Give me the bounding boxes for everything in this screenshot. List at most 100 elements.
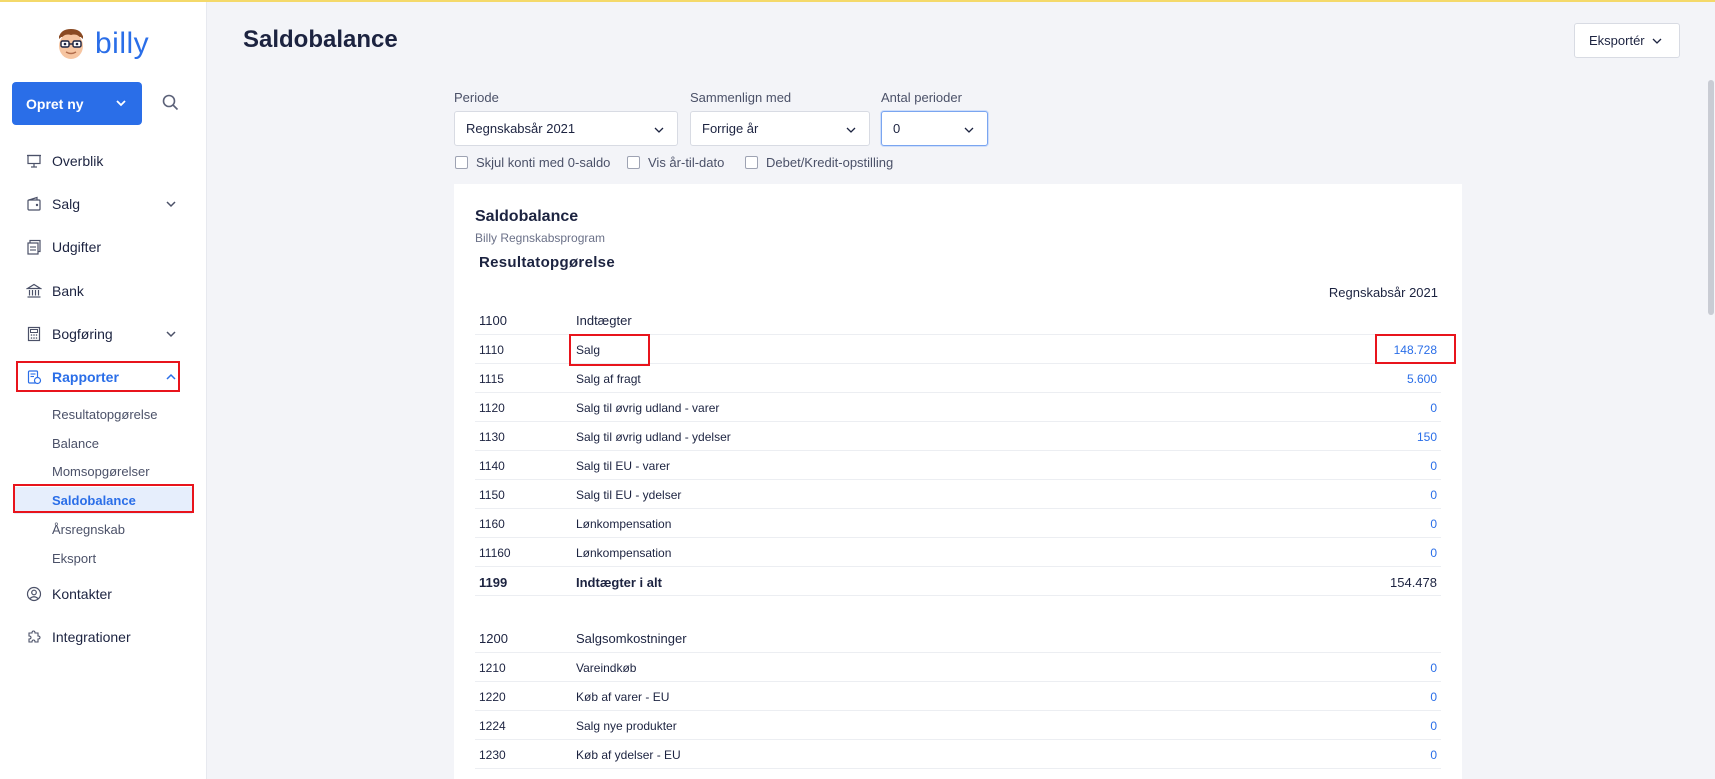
account-name: Lønkompensation bbox=[576, 517, 672, 531]
compare-select[interactable]: Forrige år bbox=[690, 111, 870, 146]
table-row-total: 1199 Indtægter i alt 154.478 bbox=[475, 567, 1441, 596]
account-name: Salg til EU - ydelser bbox=[576, 488, 682, 502]
hide-zero-checkbox[interactable]: Skjul konti med 0-saldo bbox=[455, 155, 610, 170]
table-row: 1230 Køb af ydelser - EU 0 bbox=[475, 740, 1441, 769]
checkbox-box[interactable] bbox=[455, 156, 468, 169]
account-number: 1220 bbox=[479, 690, 506, 704]
checkbox-label: Skjul konti med 0-saldo bbox=[476, 155, 611, 170]
account-balance-link[interactable]: 5.600 bbox=[1407, 372, 1437, 386]
sidebar-subitem-arsregnskab[interactable]: Årsregnskab bbox=[52, 519, 125, 539]
compare-value: Forrige år bbox=[702, 121, 759, 136]
period-value: Regnskabsår 2021 bbox=[466, 121, 576, 136]
account-balance-link[interactable]: 0 bbox=[1430, 517, 1437, 531]
account-balance-link[interactable]: 0 bbox=[1430, 748, 1437, 762]
total-balance: 154.478 bbox=[1390, 575, 1437, 590]
create-new-label: Opret ny bbox=[26, 95, 84, 112]
period-count-value: 0 bbox=[893, 121, 901, 136]
create-new-button[interactable]: Opret ny bbox=[12, 82, 142, 125]
account-name: Indtægter bbox=[576, 313, 632, 328]
sidebar-item-salg[interactable]: Salg bbox=[26, 192, 176, 216]
account-name: Køb af varer - EU bbox=[576, 690, 670, 704]
scrollbar-thumb[interactable] bbox=[1708, 80, 1714, 315]
sidebar-item-bank[interactable]: Bank bbox=[26, 279, 84, 303]
column-header: Regnskabsår 2021 bbox=[1328, 285, 1438, 300]
sidebar-item-label: Salg bbox=[52, 196, 81, 212]
chevron-down-icon bbox=[846, 127, 856, 133]
table-row: 1130 Salg til øvrig udland - ydelser 150 bbox=[475, 422, 1441, 451]
sidebar: billy Opret ny Overblik Salg Udgifter Ba… bbox=[0, 2, 207, 779]
logo[interactable]: billy bbox=[55, 24, 149, 64]
account-number: 1150 bbox=[479, 488, 505, 502]
account-number: 1210 bbox=[479, 661, 506, 675]
sidebar-item-label: Bogføring bbox=[52, 326, 113, 342]
chevron-up-icon bbox=[166, 373, 176, 380]
presentation-icon bbox=[27, 154, 41, 168]
sidebar-item-label: Integrationer bbox=[52, 629, 131, 645]
account-balance-link[interactable]: 150 bbox=[1417, 430, 1437, 444]
account-balance-link[interactable]: 0 bbox=[1430, 401, 1437, 415]
sidebar-item-udgifter[interactable]: Udgifter bbox=[26, 235, 101, 259]
account-name: Salg bbox=[576, 343, 601, 357]
account-name: Køb af ydelser - EU bbox=[576, 748, 681, 762]
table-row: 1100 Indtægter bbox=[475, 306, 1441, 335]
sidebar-subitem-balance[interactable]: Balance bbox=[52, 433, 99, 453]
sidebar-item-label: Bank bbox=[52, 283, 84, 299]
logo-face-icon bbox=[59, 29, 83, 59]
checkbox-box[interactable] bbox=[745, 156, 758, 169]
chevron-down-icon bbox=[964, 127, 974, 133]
report-card: Saldobalance Billy Regnskabsprogram Resu… bbox=[454, 184, 1462, 779]
account-number: 1140 bbox=[479, 459, 505, 473]
report-subtitle: Billy Regnskabsprogram bbox=[475, 231, 606, 245]
account-number: 1120 bbox=[479, 401, 505, 415]
search-icon[interactable] bbox=[160, 92, 182, 114]
table-row: 1110 Salg 148.728 bbox=[475, 335, 1441, 364]
account-balance-link[interactable]: 148.728 bbox=[1394, 343, 1437, 357]
sidebar-item-label: Kontakter bbox=[52, 586, 112, 602]
checkbox-box[interactable] bbox=[627, 156, 640, 169]
sidebar-item-label: Overblik bbox=[52, 153, 104, 169]
account-balance-link[interactable]: 0 bbox=[1430, 546, 1437, 560]
account-balance-link[interactable]: 0 bbox=[1430, 719, 1437, 733]
table-row: 1224 Salg nye produkter 0 bbox=[475, 711, 1441, 740]
page-title: Saldobalance bbox=[243, 26, 398, 53]
table-row: 1120 Salg til øvrig udland - varer 0 bbox=[475, 393, 1441, 422]
account-name: Vareindkøb bbox=[576, 661, 637, 675]
sidebar-item-integrationer[interactable]: Integrationer bbox=[26, 625, 131, 649]
account-name: Salg til øvrig udland - varer bbox=[576, 401, 720, 415]
account-number: 1230 bbox=[479, 748, 506, 762]
account-balance-link[interactable]: 0 bbox=[1430, 488, 1437, 502]
sidebar-item-kontakter[interactable]: Kontakter bbox=[26, 582, 112, 606]
account-number: 1160 bbox=[479, 517, 505, 531]
export-label: Eksportér bbox=[1589, 33, 1645, 48]
sidebar-subitem-saldobalance[interactable]: Saldobalance bbox=[52, 490, 136, 510]
user-circle-icon bbox=[26, 586, 42, 602]
report-title: Saldobalance bbox=[475, 208, 579, 225]
account-name: Salg til øvrig udland - ydelser bbox=[576, 430, 731, 444]
account-balance-link[interactable]: 0 bbox=[1430, 690, 1437, 704]
account-balance-link[interactable]: 0 bbox=[1430, 661, 1437, 675]
sidebar-item-rapporter[interactable]: Rapporter bbox=[26, 365, 176, 389]
sidebar-subitem-eksport[interactable]: Eksport bbox=[52, 548, 96, 568]
period-select[interactable]: Regnskabsår 2021 bbox=[454, 111, 678, 146]
debit-credit-checkbox[interactable]: Debet/Kredit-opstilling bbox=[745, 155, 893, 170]
sidebar-subitem-momsopgorelser[interactable]: Momsopgørelser bbox=[52, 461, 150, 481]
table-row: 1200 Salgsomkostninger bbox=[475, 624, 1441, 653]
table-row: 1210 Vareindkøb 0 bbox=[475, 653, 1441, 682]
compare-label: Sammenlign med bbox=[690, 90, 792, 105]
sidebar-subitem-resultatopgorelse[interactable]: Resultatopgørelse bbox=[52, 404, 158, 424]
account-balance-link[interactable]: 0 bbox=[1430, 459, 1437, 473]
export-button[interactable]: Eksportér bbox=[1574, 23, 1680, 58]
table-row: 1115 Salg af fragt 5.600 bbox=[475, 364, 1441, 393]
period-count-select[interactable]: 0 bbox=[881, 111, 988, 146]
chevron-down-icon bbox=[116, 100, 126, 107]
year-to-date-checkbox[interactable]: Vis år-til-dato bbox=[627, 155, 724, 170]
top-accent-line bbox=[0, 0, 1715, 2]
account-number: 1130 bbox=[479, 430, 505, 444]
account-name: Lønkompensation bbox=[576, 546, 672, 560]
sidebar-item-label: Udgifter bbox=[52, 239, 102, 255]
sidebar-item-overblik[interactable]: Overblik bbox=[26, 149, 103, 173]
period-count-label: Antal perioder bbox=[881, 90, 962, 105]
sidebar-item-bogforing[interactable]: Bogføring bbox=[26, 322, 176, 346]
calculator-icon bbox=[27, 326, 41, 342]
puzzle-icon bbox=[28, 630, 41, 643]
